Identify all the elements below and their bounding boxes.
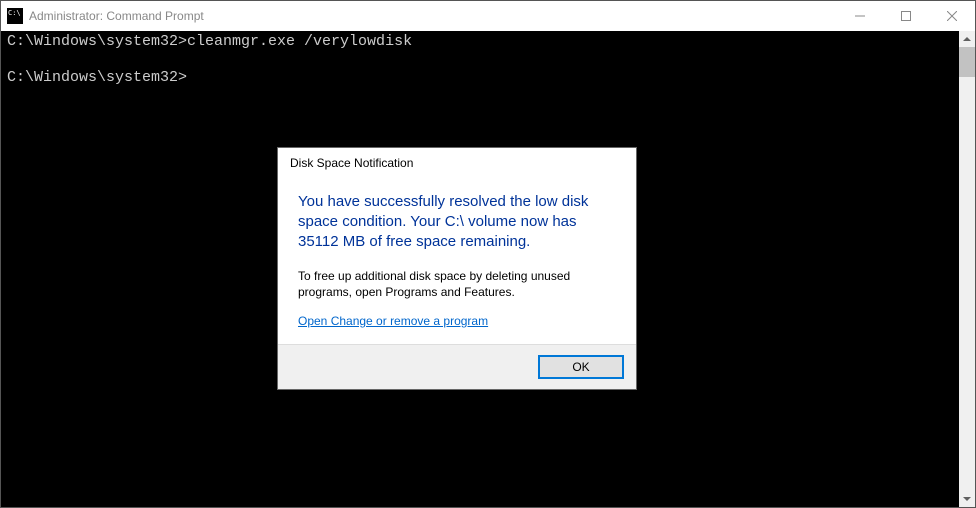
prompt-line: C:\Windows\system32> bbox=[7, 33, 187, 50]
command-text: cleanmgr.exe /verylowdisk bbox=[187, 33, 412, 50]
dialog-title[interactable]: Disk Space Notification bbox=[278, 148, 636, 178]
window-controls bbox=[837, 1, 975, 31]
cmd-icon bbox=[7, 8, 23, 24]
window-title: Administrator: Command Prompt bbox=[29, 9, 837, 23]
scroll-down-button[interactable] bbox=[959, 491, 975, 507]
disk-space-notification-dialog: Disk Space Notification You have success… bbox=[277, 147, 637, 390]
scroll-thumb[interactable] bbox=[959, 47, 975, 77]
close-button[interactable] bbox=[929, 1, 975, 31]
prompt-line: C:\Windows\system32> bbox=[7, 69, 187, 86]
dialog-subtext: To free up additional disk space by dele… bbox=[298, 268, 616, 300]
dialog-footer: OK bbox=[278, 344, 636, 389]
maximize-button[interactable] bbox=[883, 1, 929, 31]
scroll-up-button[interactable] bbox=[959, 31, 975, 47]
titlebar[interactable]: Administrator: Command Prompt bbox=[1, 1, 975, 31]
terminal-content: C:\Windows\system32>cleanmgr.exe /verylo… bbox=[7, 33, 973, 87]
minimize-button[interactable] bbox=[837, 1, 883, 31]
vertical-scrollbar[interactable] bbox=[959, 31, 975, 507]
ok-button[interactable]: OK bbox=[538, 355, 624, 379]
dialog-body: You have successfully resolved the low d… bbox=[278, 178, 636, 344]
dialog-message: You have successfully resolved the low d… bbox=[298, 192, 616, 252]
open-programs-link[interactable]: Open Change or remove a program bbox=[298, 314, 488, 328]
